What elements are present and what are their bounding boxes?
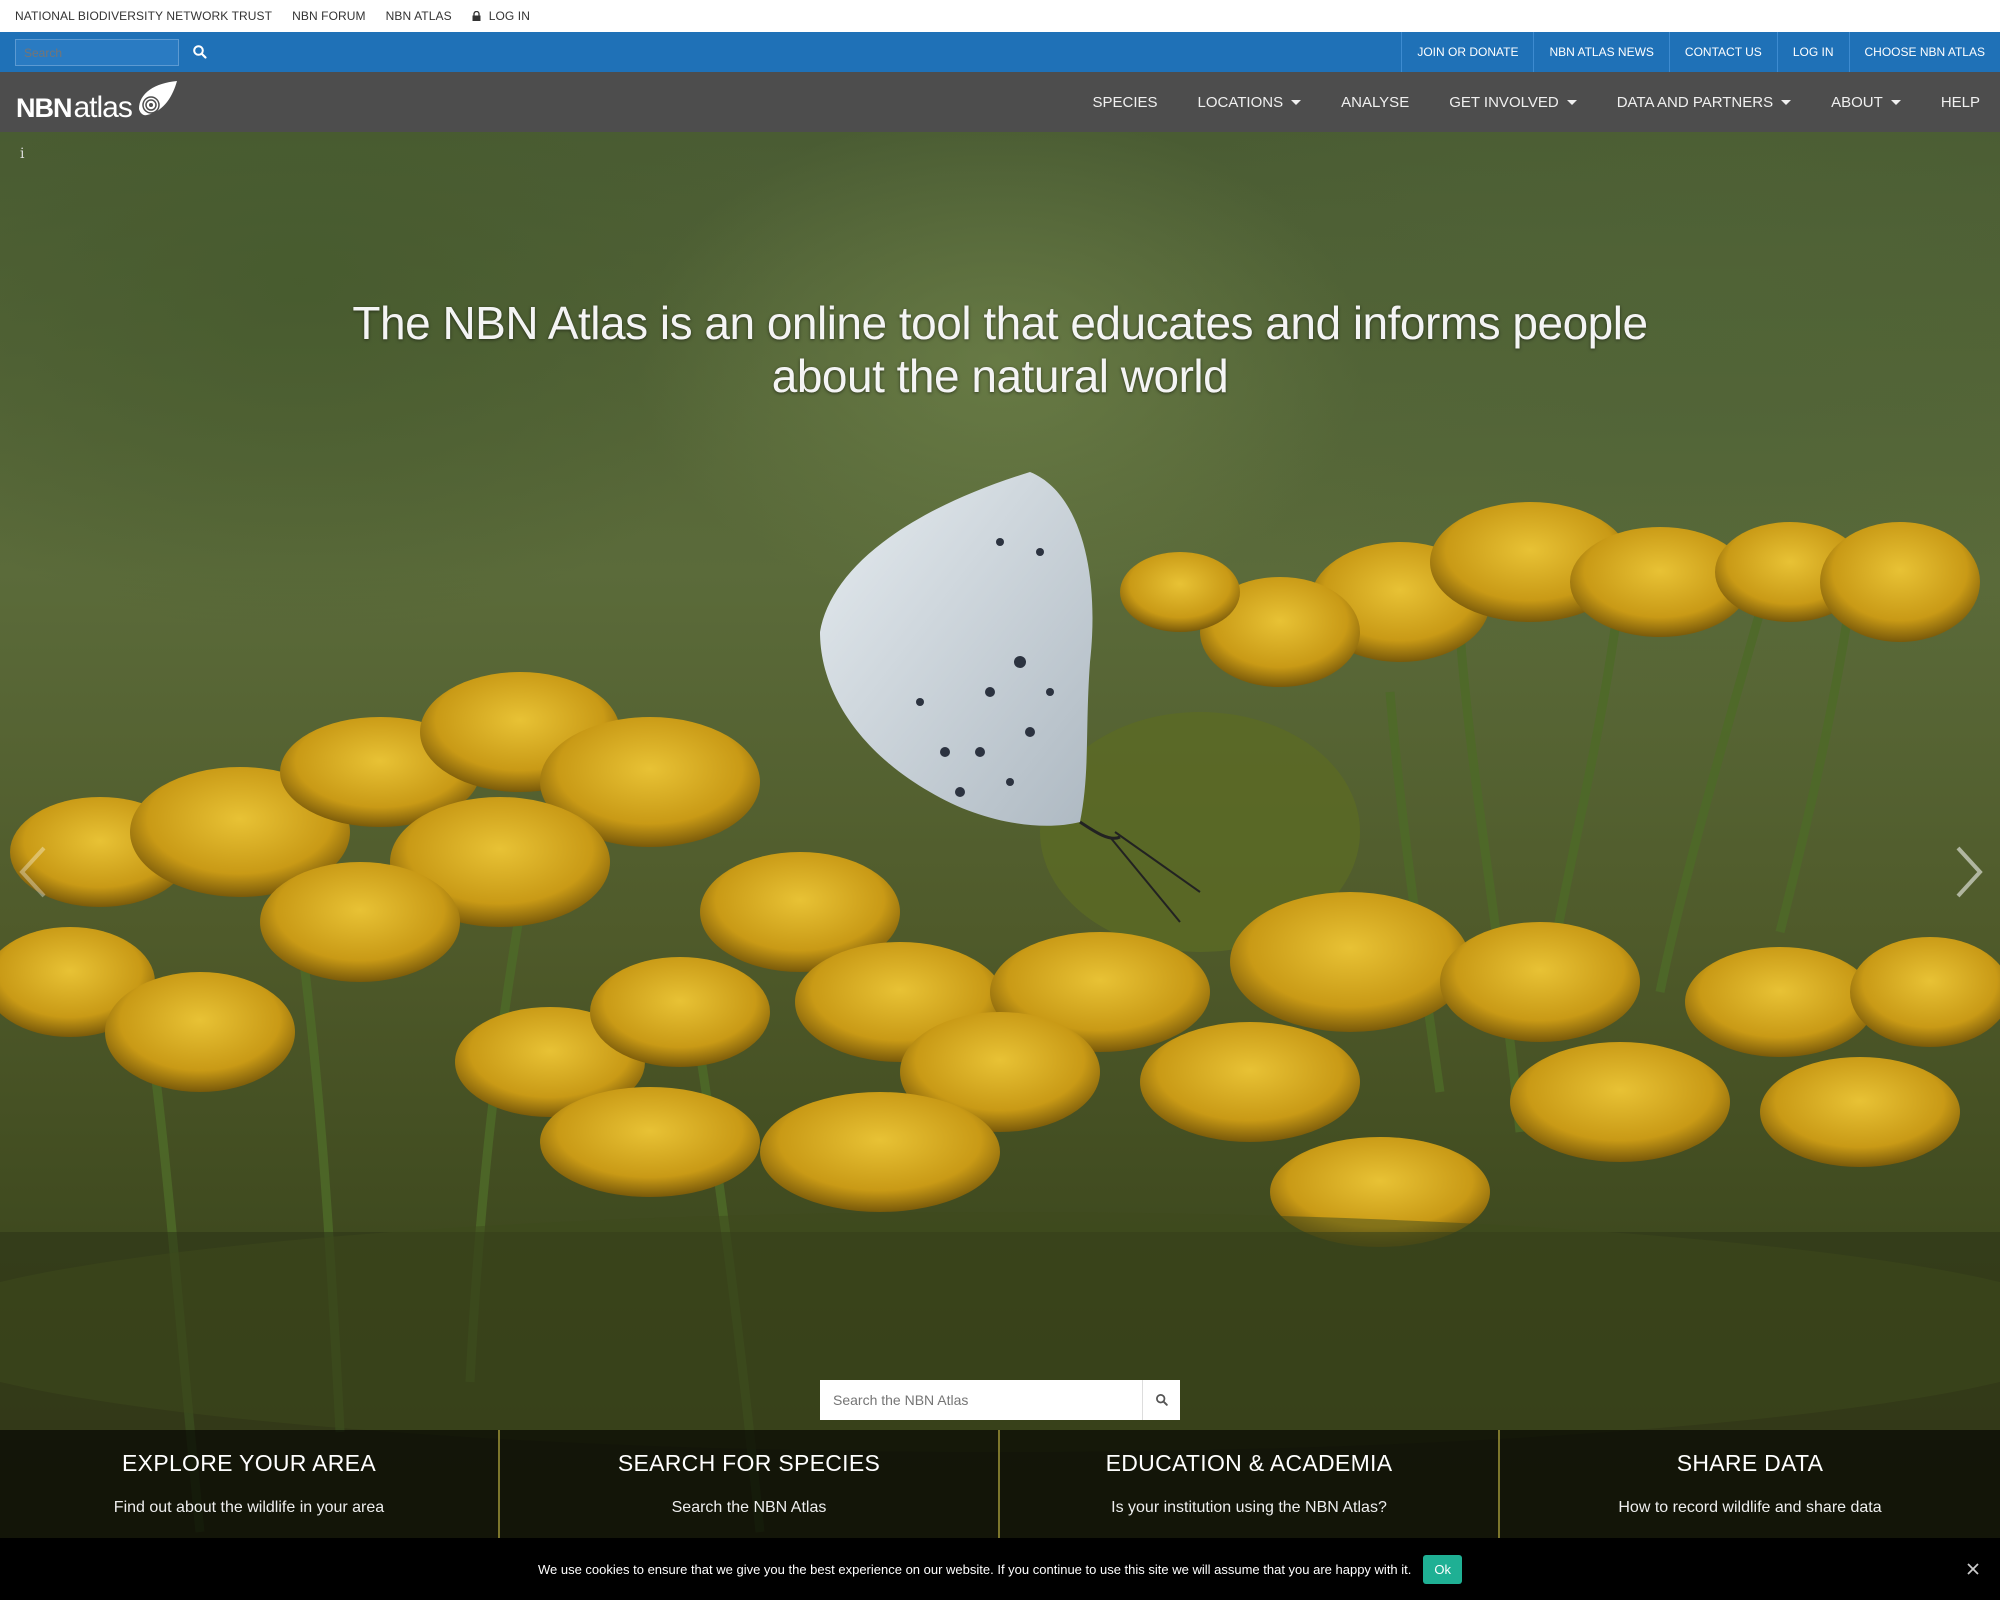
nbn-atlas-logo[interactable]: NBN atlas (16, 81, 192, 123)
hero-search-input[interactable] (820, 1380, 1142, 1420)
nav-label: ABOUT (1831, 93, 1883, 111)
tile-education-academia[interactable]: EDUCATION & ACADEMIA Is your institution… (1000, 1430, 1500, 1538)
nav-help[interactable]: HELP (1921, 72, 2000, 132)
nav-species[interactable]: SPECIES (1073, 72, 1178, 132)
tile-share-data[interactable]: SHARE DATA How to record wildlife and sh… (1500, 1430, 2000, 1538)
tile-title: SEARCH FOR SPECIES (617, 1450, 881, 1476)
nbn-atlas-news-link[interactable]: NBN ATLAS NEWS (1533, 32, 1668, 72)
tile-subtitle: Find out about the wildlife in your area (113, 1499, 385, 1516)
search-icon[interactable] (192, 44, 208, 60)
caret-down-icon (1781, 99, 1792, 105)
search-icon (1155, 1394, 1168, 1406)
tile-subtitle: How to record wildlife and share data (1618, 1499, 1882, 1516)
nav-label: LOCATIONS (1197, 93, 1284, 111)
main-navigation: NBN atlas SPECIES LOCATIONS ANALYSE GET … (0, 72, 2000, 132)
nav-analyse[interactable]: ANALYSE (1321, 72, 1429, 132)
cookie-ok-button[interactable]: Ok (1423, 1554, 1463, 1584)
tile-title: EDUCATION & ACADEMIA (1105, 1450, 1393, 1476)
blue-bar: JOIN OR DONATE NBN ATLAS NEWS CONTACT US… (0, 32, 2000, 72)
nav-about[interactable]: ABOUT (1811, 72, 1921, 132)
choose-nbn-atlas-link[interactable]: CHOOSE NBN ATLAS (1848, 32, 2000, 72)
top-login-link[interactable]: LOG IN (472, 9, 530, 23)
join-or-donate-link[interactable]: JOIN OR DONATE (1401, 32, 1533, 72)
hero-search-button[interactable] (1142, 1380, 1180, 1420)
nav-label: HELP (1940, 93, 1980, 111)
header-search-input[interactable] (15, 39, 179, 66)
logo-atlas-text: atlas (73, 91, 133, 124)
hero-headline: The NBN Atlas is an online tool that edu… (352, 297, 1648, 402)
link-nbn-trust[interactable]: NATIONAL BIODIVERSITY NETWORK TRUST (15, 9, 272, 23)
logo-nbn-text: NBN (16, 93, 72, 123)
nav-label: DATA AND PARTNERS (1616, 93, 1774, 111)
top-login-label: LOG IN (488, 9, 530, 23)
contact-us-link[interactable]: CONTACT US (1668, 32, 1777, 72)
nav-label: SPECIES (1092, 93, 1158, 111)
close-icon[interactable] (1965, 1561, 1981, 1577)
hero-banner: i The NBN Atlas is an online tool that e… (0, 132, 2000, 1600)
carousel-prev-arrow-icon[interactable] (14, 842, 54, 902)
caret-down-icon (1566, 99, 1577, 105)
hero-search-bar (820, 1380, 1180, 1420)
login-link[interactable]: LOG IN (1776, 32, 1849, 72)
caret-down-icon (1291, 99, 1302, 105)
nav-items: SPECIES LOCATIONS ANALYSE GET INVOLVED D… (1073, 72, 2000, 132)
nav-data-and-partners[interactable]: DATA AND PARTNERS (1597, 72, 1811, 132)
nav-get-involved[interactable]: GET INVOLVED (1429, 72, 1596, 132)
link-nbn-forum[interactable]: NBN FORUM (292, 9, 366, 23)
blue-bar-links: JOIN OR DONATE NBN ATLAS NEWS CONTACT US… (1401, 32, 2000, 72)
tile-title: EXPLORE YOUR AREA (122, 1450, 376, 1476)
tile-explore-your-area[interactable]: EXPLORE YOUR AREA Find out about the wil… (0, 1430, 500, 1538)
logo-shell-icon (138, 81, 177, 116)
tile-title: SHARE DATA (1676, 1450, 1824, 1476)
info-icon[interactable]: i (20, 146, 24, 162)
link-nbn-atlas[interactable]: NBN ATLAS (386, 9, 452, 23)
tile-subtitle: Search the NBN Atlas (671, 1499, 827, 1516)
top-utility-bar: NATIONAL BIODIVERSITY NETWORK TRUST NBN … (0, 0, 2000, 32)
caret-down-icon (1890, 99, 1901, 105)
cookie-message: We use cookies to ensure that we give yo… (537, 1561, 1412, 1577)
cookie-banner: We use cookies to ensure that we give yo… (0, 1538, 2000, 1600)
nav-locations[interactable]: LOCATIONS (1178, 72, 1322, 132)
tile-search-for-species[interactable]: SEARCH FOR SPECIES Search the NBN Atlas (500, 1430, 1000, 1538)
nav-label: GET INVOLVED (1449, 93, 1559, 111)
carousel-next-arrow-icon[interactable] (1948, 842, 1988, 902)
lock-icon (472, 11, 481, 21)
nav-label: ANALYSE (1341, 93, 1410, 111)
tile-subtitle: Is your institution using the NBN Atlas? (1111, 1499, 1387, 1516)
